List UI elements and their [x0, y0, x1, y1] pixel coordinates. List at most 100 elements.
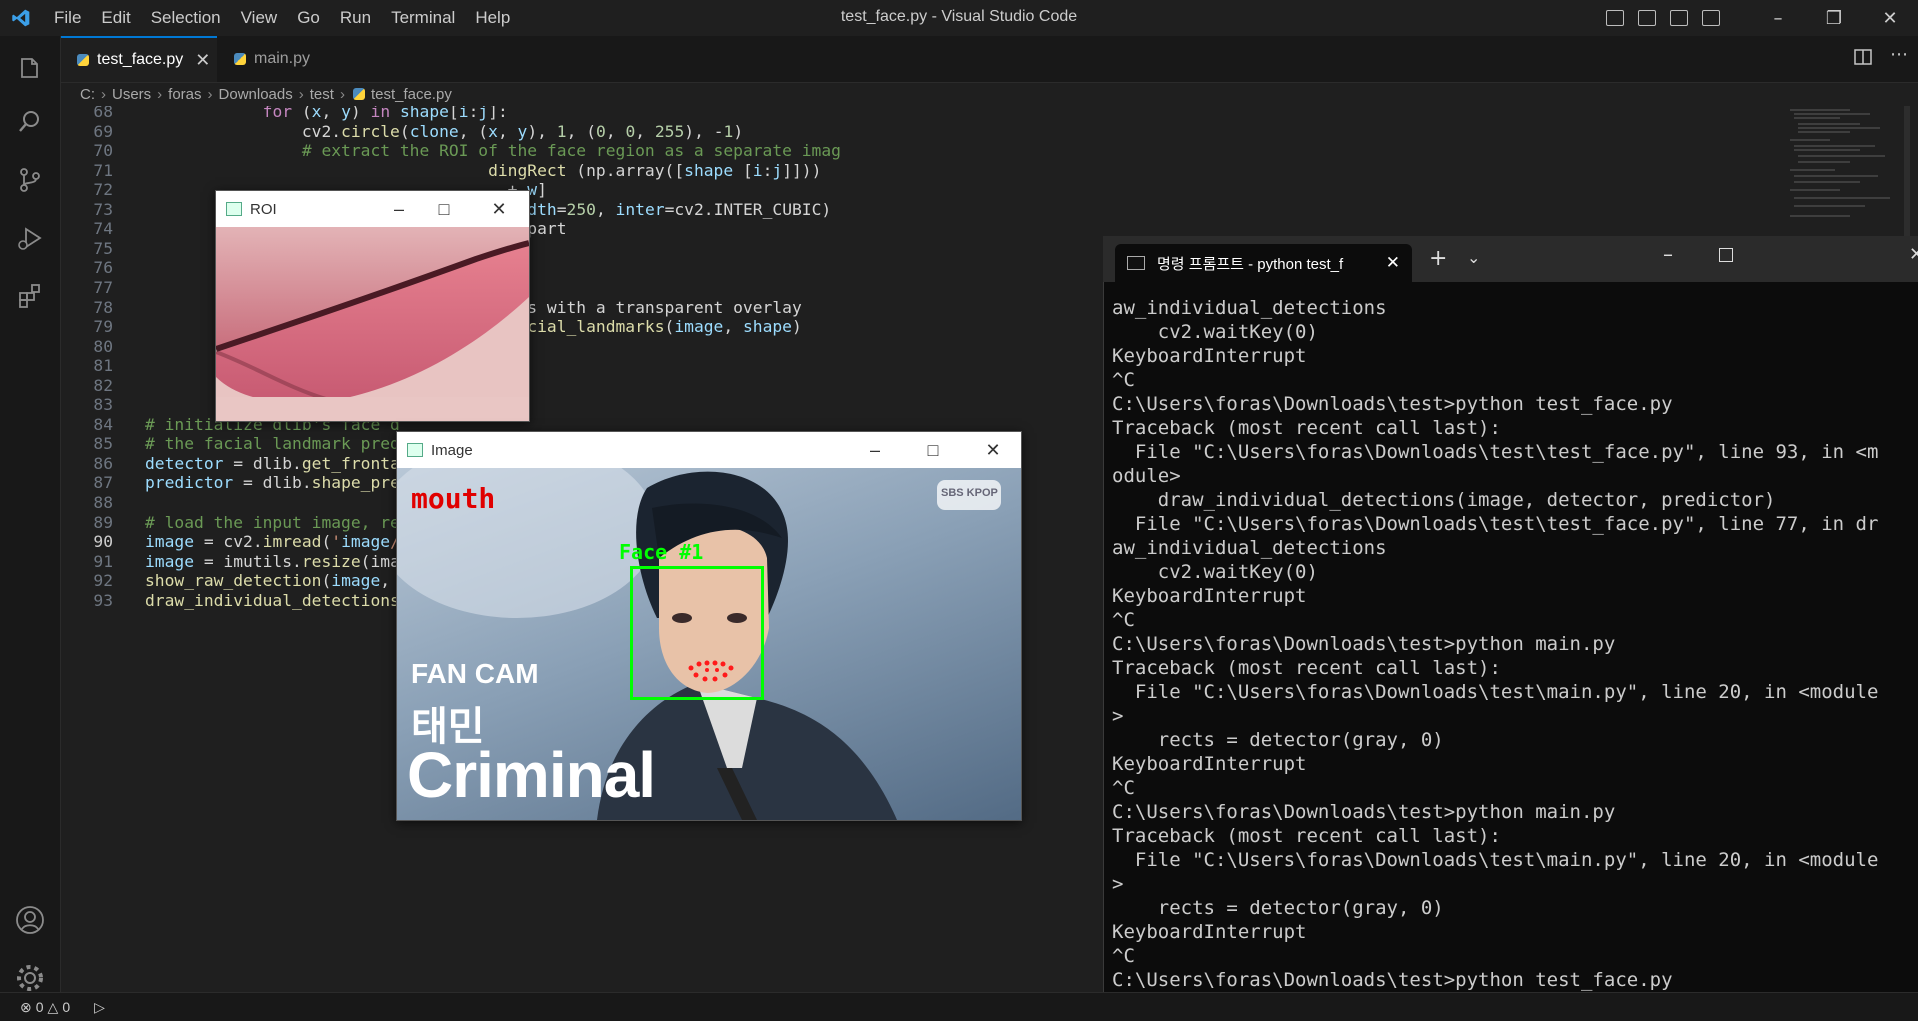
menu-edit[interactable]: Edit — [101, 8, 130, 28]
code-text: draw_individual_detections — [145, 590, 400, 610]
breadcrumb-item[interactable]: foras — [168, 86, 201, 103]
warning-count: 0 — [62, 999, 71, 1015]
terminal-line: cv2.waitKey(0) — [1112, 561, 1318, 583]
error-count: 0 — [35, 999, 44, 1015]
accounts-icon[interactable] — [12, 902, 48, 938]
terminal-line: Traceback (most recent call last): — [1112, 657, 1501, 679]
terminal-line: cv2.waitKey(0) — [1112, 321, 1318, 343]
tab-test-face[interactable]: test_face.py ✕ — [61, 36, 217, 82]
customize-layout-icon[interactable] — [1702, 10, 1720, 26]
menu-view[interactable]: View — [241, 8, 278, 28]
search-icon[interactable] — [12, 104, 48, 140]
close-tab-icon[interactable]: ✕ — [1386, 253, 1400, 273]
sbs-kpop-logo: SBS KPOP — [937, 480, 1001, 510]
terminal-line: KeyboardInterrupt — [1112, 921, 1307, 943]
status-bar: ⊗ 0 △ 0 ▷ — [0, 992, 1918, 1021]
more-actions-icon[interactable]: ⋯ — [1890, 46, 1908, 66]
minimize-button[interactable]: – — [847, 432, 903, 468]
python-file-icon — [234, 53, 246, 65]
minimize-button[interactable]: – — [1750, 8, 1806, 29]
mouth-label: mouth — [411, 482, 496, 515]
detection-image: mouth Face #1 FAN CAM 태민 Criminal SBS KP… — [397, 468, 1021, 820]
logo-text: SBS KPOP — [941, 487, 998, 499]
terminal-line: ^C — [1112, 777, 1135, 799]
new-tab-plus-icon[interactable]: + — [1429, 246, 1447, 271]
errors-status[interactable]: ⊗ 0 △ 0 — [20, 999, 70, 1016]
terminal-title-bar: 명령 프롬프트 - python test_f ✕ + ⌄ – ✕ — [1103, 236, 1918, 282]
terminal-maximize-button[interactable] — [1719, 248, 1733, 262]
restore-button[interactable]: ❐ — [1806, 8, 1862, 29]
menu-run[interactable]: Run — [340, 8, 371, 28]
terminal-line: ^C — [1112, 609, 1135, 631]
tab-label: main.py — [254, 50, 311, 67]
menu-terminal[interactable]: Terminal — [391, 8, 455, 28]
breadcrumb-item[interactable]: C: — [80, 86, 95, 103]
minimap[interactable] — [1790, 106, 1910, 236]
toggle-panel-icon[interactable] — [1638, 10, 1656, 26]
editor-tabs: test_face.py ✕ main.py ⋯ — [61, 36, 1918, 83]
terminal-line: File "C:\Users\foras\Downloads\test\main… — [1112, 849, 1879, 871]
terminal-close-button[interactable]: ✕ — [1909, 244, 1918, 265]
breadcrumb: C: › Users › foras › Downloads › test › … — [61, 82, 1101, 106]
terminal-line: > — [1112, 705, 1124, 727]
terminal-line: File "C:\Users\foras\Downloads\test\test… — [1112, 513, 1879, 535]
breadcrumb-item[interactable]: Downloads — [219, 86, 293, 103]
menu-file[interactable]: File — [54, 8, 81, 28]
terminal-line: odule> — [1112, 465, 1181, 487]
roi-title: ROI — [250, 200, 277, 218]
close-button[interactable]: ✕ — [965, 432, 1021, 468]
song-caption: Criminal — [407, 739, 656, 811]
terminal-line: draw_individual_detections(image, detect… — [1112, 489, 1776, 511]
debug-launch-icon[interactable]: ▷ — [94, 999, 105, 1016]
terminal-line: C:\Users\foras\Downloads\test>python mai… — [1112, 633, 1616, 655]
toggle-secondary-sidebar-icon[interactable] — [1670, 10, 1688, 26]
chevron-right-icon: › — [339, 85, 345, 103]
terminal-line: C:\Users\foras\Downloads\test>python tes… — [1112, 393, 1673, 415]
close-button[interactable]: ✕ — [1862, 8, 1918, 29]
terminal-line: rects = detector(gray, 0) — [1112, 729, 1444, 751]
window-icon — [226, 202, 242, 216]
chevron-right-icon: › — [298, 85, 304, 103]
close-tab-icon[interactable]: ✕ — [195, 50, 210, 71]
terminal-tab[interactable]: 명령 프롬프트 - python test_f ✕ — [1115, 244, 1412, 282]
image-title: Image — [431, 441, 473, 459]
breadcrumb-item[interactable]: Users — [112, 86, 151, 103]
maximize-button[interactable]: □ — [416, 191, 472, 227]
close-button[interactable]: ✕ — [471, 191, 527, 227]
split-editor-icon[interactable] — [1854, 48, 1872, 66]
terminal-line: ^C — [1112, 369, 1135, 391]
error-icon: ⊗ — [20, 998, 32, 1015]
menu-help[interactable]: Help — [475, 8, 510, 28]
tab-label: test_face.py — [97, 51, 184, 68]
explorer-icon[interactable] — [12, 50, 48, 86]
roi-lips-image — [216, 227, 529, 421]
menu-go[interactable]: Go — [297, 8, 320, 28]
image-window[interactable]: Image – □ ✕ mouth Face #1 FAN CAM 태민 Cri… — [396, 431, 1022, 821]
vscode-logo-icon — [12, 9, 30, 27]
line-number: 93 — [93, 590, 113, 610]
toggle-primary-sidebar-icon[interactable] — [1606, 10, 1624, 26]
breadcrumb-item[interactable]: test_face.py — [371, 86, 452, 103]
source-control-icon[interactable] — [12, 162, 48, 198]
terminal-line: Traceback (most recent call last): — [1112, 825, 1501, 847]
extensions-icon[interactable] — [12, 278, 48, 314]
maximize-button[interactable]: □ — [905, 432, 961, 468]
menu-bar: File Edit Selection View Go Run Terminal… — [54, 0, 530, 36]
mouth-landmarks — [688, 660, 734, 682]
chevron-down-icon[interactable]: ⌄ — [1467, 248, 1480, 267]
python-file-icon — [352, 88, 365, 100]
terminal-line: C:\Users\foras\Downloads\test>python mai… — [1112, 801, 1616, 823]
face-label: Face #1 — [619, 540, 704, 564]
manage-gear-icon[interactable] — [12, 960, 48, 996]
window-icon — [407, 443, 423, 457]
command-prompt-icon — [1127, 256, 1145, 270]
roi-window[interactable]: ROI – □ ✕ — [215, 190, 530, 422]
menu-selection[interactable]: Selection — [151, 8, 221, 28]
run-debug-icon[interactable] — [12, 220, 48, 256]
tab-main[interactable]: main.py — [218, 36, 368, 82]
chevron-right-icon: › — [207, 85, 213, 103]
terminal-line: rects = detector(gray, 0) — [1112, 897, 1444, 919]
roi-title-bar: ROI – □ ✕ — [216, 191, 529, 227]
terminal-minimize-button[interactable]: – — [1663, 242, 1673, 266]
breadcrumb-item[interactable]: test — [310, 86, 334, 103]
